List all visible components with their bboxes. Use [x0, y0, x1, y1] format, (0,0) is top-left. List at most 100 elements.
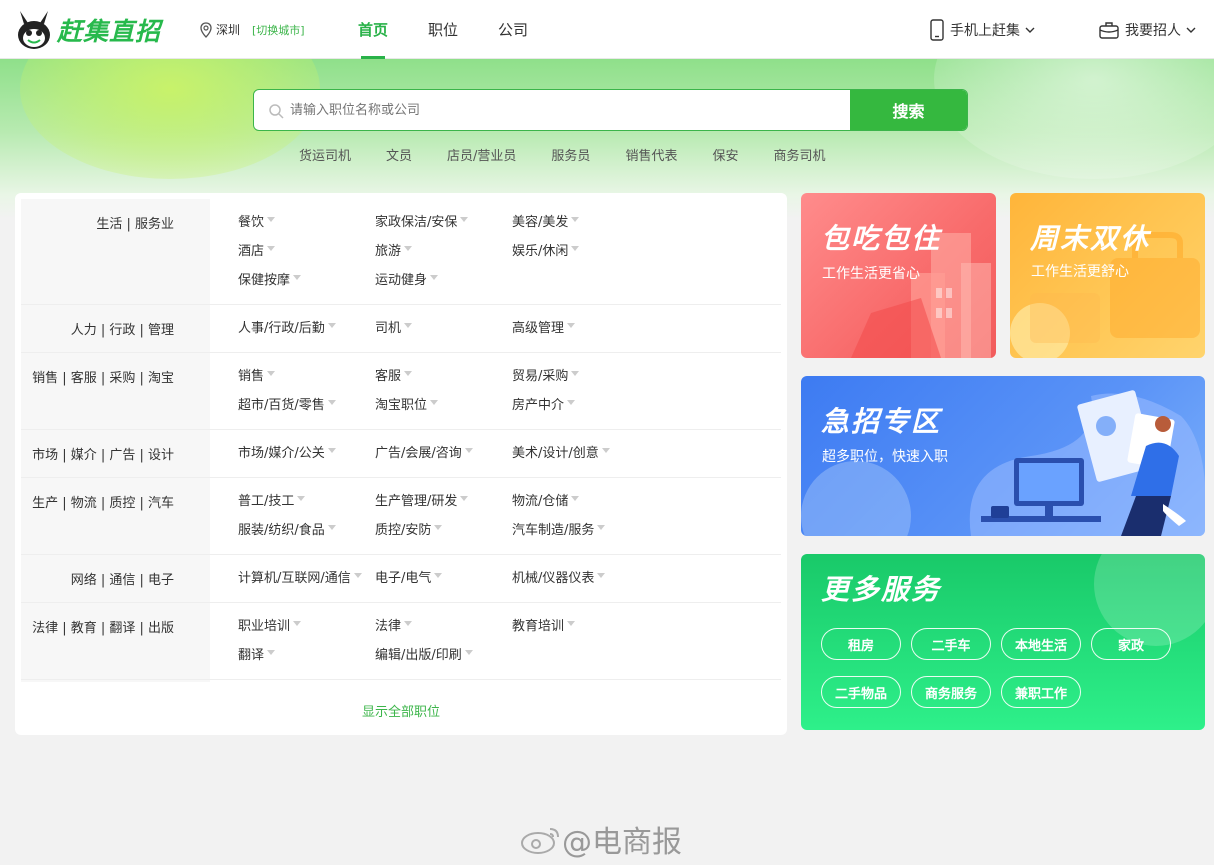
category-title: 网络 | 通信 | 电子 [21, 555, 210, 602]
chevron-down-icon [1025, 27, 1035, 33]
job-category-link[interactable]: 人事/行政/后勤 [238, 317, 375, 346]
caret-down-icon [404, 371, 413, 376]
caret-down-icon [267, 246, 276, 251]
job-category-link[interactable]: 质控/安防 [375, 519, 512, 548]
switch-city-link[interactable]: [切换城市] [252, 22, 305, 38]
job-category-label: 司机 [375, 321, 402, 336]
job-category-link[interactable]: 保健按摩 [238, 269, 375, 298]
service-rent[interactable]: 租房 [821, 628, 901, 660]
show-all-jobs-link[interactable]: 显示全部职位 [15, 701, 787, 720]
job-category-label: 法律 [375, 619, 402, 634]
category-title: 人力 | 行政 | 管理 [21, 305, 210, 352]
job-category-link[interactable]: 淘宝职位 [375, 394, 512, 423]
caret-down-icon [571, 217, 580, 222]
search-button[interactable]: 搜索 [850, 90, 967, 130]
job-category-link[interactable]: 汽车制造/服务 [512, 519, 649, 548]
job-category-link[interactable]: 物流/仓储 [512, 490, 649, 519]
category-title: 生活 | 服务业 [21, 199, 210, 304]
card-title: 更多服务 [821, 573, 942, 606]
job-category-link[interactable]: 家政保洁/安保 [375, 211, 512, 240]
recruit-link[interactable]: 我要招人 [1099, 20, 1202, 40]
category-items: 餐饮 家政保洁/安保 美容/美发酒店 旅游 娱乐/休闲保健按摩 运动健身 [210, 199, 781, 304]
job-category-link[interactable]: 餐饮 [238, 211, 375, 240]
nav-jobs[interactable]: 职位 [428, 0, 458, 59]
service-second-hand[interactable]: 二手物品 [821, 676, 901, 708]
category-list[interactable]: 生活 | 服务业 餐饮 家政保洁/安保 美容/美发 酒店 旅游 娱乐/休闲 保健按摩 运动健身人… [21, 199, 781, 682]
caret-down-icon [571, 496, 580, 501]
card-room-and-board[interactable]: 包吃包住 工作生活更省心 [801, 193, 996, 358]
search-input[interactable] [254, 90, 850, 130]
job-category-link[interactable]: 销售 [238, 365, 375, 394]
card-urgent-hiring[interactable]: 急招专区 超多职位，快速入职 [801, 376, 1205, 536]
hot-keyword[interactable]: 店员/营业员 [447, 145, 516, 164]
hot-keywords: 货运司机 文员 店员/营业员 服务员 销售代表 保安 商务司机 [299, 145, 860, 164]
job-category-link[interactable]: 美容/美发 [512, 211, 649, 240]
job-category-link[interactable]: 生产管理/研发 [375, 490, 512, 519]
mascot-logo-icon [18, 11, 50, 49]
category-items: 人事/行政/后勤 司机 高级管理 [210, 305, 781, 352]
site-logo[interactable]: 赶集直招 [14, 8, 161, 52]
top-header: 赶集直招 深圳 [切换城市] 首页 职位 公司 手机上赶集 我要招人 [0, 0, 1214, 59]
caret-down-icon [567, 400, 576, 405]
job-category-link[interactable]: 美术/设计/创意 [512, 442, 649, 471]
job-category-link[interactable]: 编辑/出版/印刷 [375, 644, 512, 673]
job-category-link[interactable]: 市场/媒介/公关 [238, 442, 375, 471]
hot-keyword[interactable]: 文员 [386, 145, 412, 164]
category-title: 财会 | 金融 | 保险 [21, 680, 210, 682]
job-category-link[interactable]: 贸易/采购 [512, 365, 649, 394]
job-category-link[interactable]: 教育培训 [512, 615, 649, 644]
hot-keyword[interactable]: 保安 [712, 145, 738, 164]
job-category-link[interactable]: 电子/电气 [375, 567, 512, 596]
caret-down-icon [430, 400, 439, 405]
job-category-link[interactable]: 计算机/互联网/通信 [238, 567, 375, 596]
job-category-link[interactable]: 旅游 [375, 240, 512, 269]
service-used-car[interactable]: 二手车 [911, 628, 991, 660]
hot-keyword[interactable]: 服务员 [551, 145, 590, 164]
hot-keyword[interactable]: 销售代表 [625, 145, 677, 164]
job-category-link[interactable]: 高级管理 [512, 317, 649, 346]
service-part-time[interactable]: 兼职工作 [1001, 676, 1081, 708]
job-category-label: 高级管理 [512, 321, 565, 336]
job-category-link[interactable]: 机械/仪器仪表 [512, 567, 649, 596]
job-category-link[interactable]: 广告/会展/咨询 [375, 442, 512, 471]
caret-down-icon [460, 496, 469, 501]
job-category-label: 计算机/互联网/通信 [238, 571, 351, 586]
service-housekeeping[interactable]: 家政 [1091, 628, 1171, 660]
card-weekends-off[interactable]: 周末双休 工作生活更舒心 [1010, 193, 1205, 358]
job-category-link[interactable]: 普工/技工 [238, 490, 375, 519]
hot-keyword[interactable]: 货运司机 [299, 145, 351, 164]
job-category-link[interactable]: 服装/纺织/食品 [238, 519, 375, 548]
caret-down-icon [267, 650, 276, 655]
job-category-link[interactable]: 职业培训 [238, 615, 375, 644]
caret-down-icon [267, 217, 276, 222]
nav-home[interactable]: 首页 [358, 0, 388, 59]
hot-keyword[interactable]: 商务司机 [773, 145, 825, 164]
job-category-link[interactable]: 翻译 [238, 644, 375, 673]
category-row: 财会 | 金融 | 保险财务/审计/统计金融/银行/证券/投资保险 [21, 680, 781, 682]
caret-down-icon [567, 621, 576, 626]
job-category-link[interactable]: 房产中介 [512, 394, 649, 423]
header-actions: 手机上赶集 我要招人 [930, 0, 1214, 59]
category-row: 人力 | 行政 | 管理 人事/行政/后勤 司机 高级管理 [21, 305, 781, 353]
job-category-link[interactable]: 酒店 [238, 240, 375, 269]
weibo-logo-icon [521, 828, 559, 854]
nav-companies[interactable]: 公司 [498, 0, 528, 59]
search-icon [269, 104, 284, 119]
mobile-app-link[interactable]: 手机上赶集 [930, 18, 1041, 41]
caret-down-icon [327, 323, 336, 328]
job-category-link[interactable]: 司机 [375, 317, 512, 346]
caret-down-icon [404, 621, 413, 626]
service-business[interactable]: 商务服务 [911, 676, 991, 708]
banner-glow [934, 59, 1214, 179]
job-category-label: 广告/会展/咨询 [375, 446, 462, 461]
job-category-link[interactable]: 法律 [375, 615, 512, 644]
job-category-link[interactable]: 超市/百货/零售 [238, 394, 375, 423]
job-category-label: 翻译 [238, 648, 265, 663]
caret-down-icon [597, 525, 606, 530]
service-local-life[interactable]: 本地生活 [1001, 628, 1081, 660]
job-category-link[interactable]: 客服 [375, 365, 512, 394]
caret-down-icon [404, 246, 413, 251]
job-category-link[interactable]: 运动健身 [375, 269, 512, 298]
job-category-link[interactable]: 娱乐/休闲 [512, 240, 649, 269]
job-category-label: 酒店 [238, 244, 265, 259]
